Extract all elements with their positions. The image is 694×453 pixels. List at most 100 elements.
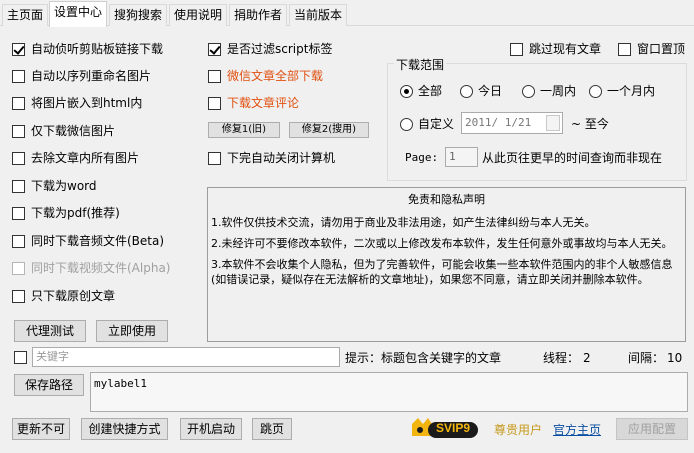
filter-script-checkbox[interactable] [208, 42, 221, 56]
range-today[interactable]: 今日 [460, 82, 502, 100]
left-option-label: 下载为pdf(推荐) [31, 206, 120, 220]
tab-bar: 主页面 设置中心 搜狗搜索 使用说明 捐助作者 当前版本 [0, 0, 694, 27]
left-option-label: 同时下载音频文件(Beta) [31, 234, 165, 248]
tab-version[interactable]: 当前版本 [289, 4, 348, 26]
startup-button[interactable]: 开机启动 [180, 418, 242, 440]
disclaimer-p2: 2.未经许可不要修改本软件，二次或以上修改发布本软件，发生任何意外或事故均与本人… [211, 237, 673, 250]
vip-user-label: 尊贵用户 [494, 423, 543, 437]
filter-script-option[interactable]: 是否过滤script标签 [208, 40, 332, 58]
download-comments-checkbox[interactable] [208, 96, 221, 110]
left-option-4[interactable]: 去除文章内所有图片 [12, 149, 139, 167]
page-hint: 从此页往更早的时间查询而非现在 [482, 151, 663, 165]
range-custom[interactable]: 自定义 [400, 115, 454, 133]
download-all-checkbox[interactable] [208, 69, 221, 83]
left-option-checkbox[interactable] [12, 96, 25, 110]
range-week-radio[interactable] [522, 84, 535, 98]
window-top-option[interactable]: 窗口置顶 [618, 40, 685, 58]
range-custom-label: 自定义 [418, 117, 455, 131]
vip-badge: SVIP9 [410, 416, 480, 442]
skip-existing-option[interactable]: 跳过现有文章 [510, 40, 601, 58]
left-option-5[interactable]: 下载为word [12, 177, 97, 195]
save-path-textarea[interactable]: mylabel1 [90, 372, 688, 412]
range-today-radio[interactable] [460, 84, 473, 98]
interval-label: 间隔： [628, 351, 665, 365]
create-shortcut-button[interactable]: 创建快捷方式 [81, 418, 168, 440]
left-option-label: 同时下载视频文件(Alpha) [31, 261, 171, 275]
left-option-0[interactable]: 自动侦听剪贴板链接下载 [12, 40, 163, 58]
range-all-label: 全部 [418, 84, 443, 98]
left-option-9[interactable]: 只下载原创文章 [12, 287, 115, 305]
vip-badge-text: SVIP9 [436, 421, 471, 435]
threads-label: 线程： [543, 351, 580, 365]
download-all-option[interactable]: 微信文章全部下载 [208, 67, 323, 85]
left-option-3[interactable]: 仅下载微信图片 [12, 122, 115, 140]
left-option-checkbox[interactable] [12, 179, 25, 193]
range-week-label: 一周内 [540, 84, 577, 98]
left-option-checkbox[interactable] [12, 42, 25, 56]
left-option-checkbox[interactable] [12, 234, 25, 248]
custom-date-value: 2011/ 1/21 [465, 116, 532, 129]
window-top-checkbox[interactable] [618, 42, 631, 56]
left-option-label: 只下载原创文章 [31, 289, 116, 303]
left-option-7[interactable]: 同时下载音频文件(Beta) [12, 232, 164, 250]
tab-sogou-search[interactable]: 搜狗搜索 [109, 4, 168, 26]
range-month-radio[interactable] [589, 84, 602, 98]
left-option-checkbox[interactable] [12, 206, 25, 220]
keyword-input[interactable]: 关键字 [32, 347, 340, 367]
left-option-2[interactable]: 将图片嵌入到html内 [12, 94, 142, 112]
tab-settings[interactable]: 设置中心 [49, 1, 108, 27]
range-all[interactable]: 全部 [400, 82, 442, 100]
disclaimer-p3: 3.本软件不会收集个人隐私，但为了完善软件，可能会收集一些本软件范围内的非个人敏… [211, 258, 673, 286]
download-range-title: 下载范围 [394, 56, 447, 73]
repair-new-button[interactable]: 修复2(搜用) [289, 122, 369, 138]
disclaimer-title: 免责和隐私声明 [408, 193, 485, 206]
custom-date-picker[interactable]: 2011/ 1/21 [461, 112, 563, 134]
range-custom-radio[interactable] [400, 117, 413, 131]
keyword-checkbox[interactable] [14, 351, 27, 364]
range-month-label: 一个月内 [607, 84, 656, 98]
homepage-link[interactable]: 官方主页 [553, 421, 601, 439]
left-option-1[interactable]: 自动以序列重命名图片 [12, 67, 151, 85]
proxy-test-button[interactable]: 代理测试 [14, 320, 86, 342]
update-button[interactable]: 更新不可 [12, 418, 70, 440]
left-option-label: 仅下载微信图片 [31, 124, 116, 138]
threads-value: 2 [583, 351, 591, 365]
use-now-button[interactable]: 立即使用 [96, 320, 168, 342]
left-option-label: 下载为word [31, 179, 97, 193]
page-input[interactable]: 1 [445, 147, 478, 167]
range-today-label: 今日 [478, 84, 503, 98]
skip-existing-checkbox[interactable] [510, 42, 523, 56]
left-option-6[interactable]: 下载为pdf(推荐) [12, 204, 120, 222]
calendar-icon[interactable] [546, 115, 560, 131]
window-top-label: 窗口置顶 [637, 42, 686, 56]
range-month[interactable]: 一个月内 [589, 82, 655, 100]
save-path-button[interactable]: 保存路径 [14, 374, 84, 396]
skip-existing-label: 跳过现有文章 [529, 42, 602, 56]
auto-shutdown-label: 下完自动关闭计算机 [227, 151, 336, 165]
auto-shutdown-checkbox[interactable] [208, 151, 221, 165]
to-now-label: ~ 至今 [571, 117, 609, 131]
download-comments-option[interactable]: 下载文章评论 [208, 94, 299, 112]
auto-shutdown-option[interactable]: 下完自动关闭计算机 [208, 149, 335, 167]
filter-script-label: 是否过滤script标签 [227, 42, 333, 56]
apply-config-button[interactable]: 应用配置 [616, 418, 688, 440]
left-option-checkbox[interactable] [12, 289, 25, 303]
keyword-hint: 提示：标题包含关键字的文章 [345, 351, 502, 365]
left-option-label: 自动侦听剪贴板链接下载 [31, 42, 164, 56]
interval-value: 10 [667, 351, 683, 365]
disclaimer-box: 免责和隐私声明 1.软件仅供技术交流，请勿用于商业及非法用途，如产生法律纠纷与本… [207, 187, 686, 342]
tab-donate[interactable]: 捐助作者 [229, 4, 288, 26]
repair-old-button[interactable]: 修复1(旧) [208, 122, 280, 138]
left-option-label: 自动以序列重命名图片 [31, 69, 152, 83]
left-option-checkbox[interactable] [12, 151, 25, 165]
jump-page-button[interactable]: 跳页 [252, 418, 292, 440]
left-option-checkbox[interactable] [12, 124, 25, 138]
tab-instructions[interactable]: 使用说明 [169, 4, 228, 26]
download-comments-label: 下载文章评论 [227, 96, 300, 110]
range-all-radio[interactable] [400, 84, 413, 98]
left-option-checkbox[interactable] [12, 69, 25, 83]
range-week[interactable]: 一周内 [522, 82, 576, 100]
tab-main[interactable]: 主页面 [2, 4, 49, 26]
left-option-label: 将图片嵌入到html内 [31, 96, 143, 110]
left-option-checkbox [12, 261, 25, 275]
